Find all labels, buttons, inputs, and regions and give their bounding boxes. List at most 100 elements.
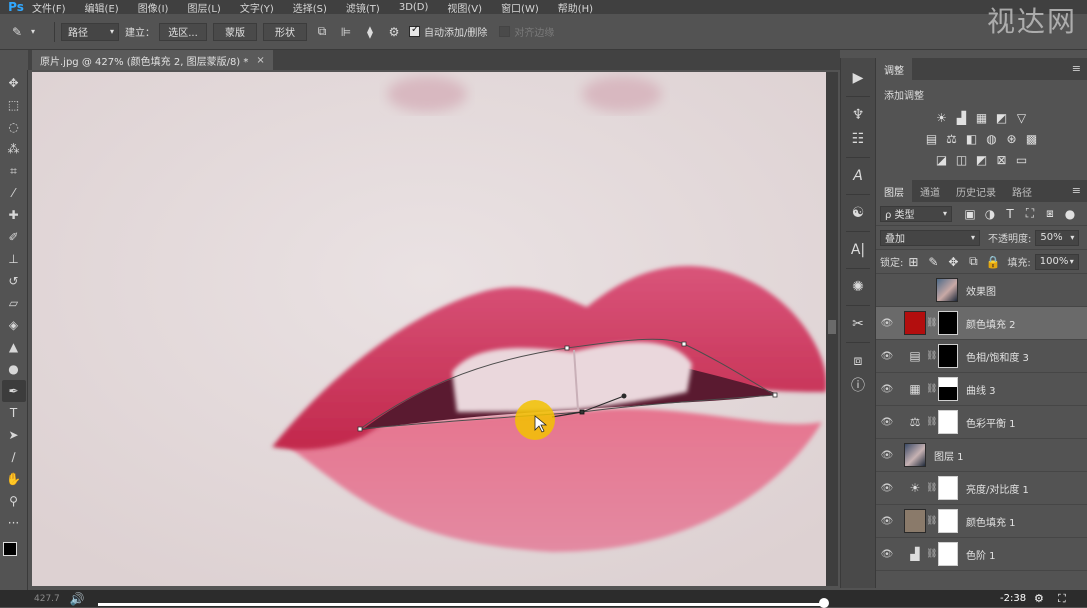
eye-icon[interactable]: 👁 [876, 450, 898, 461]
eye-icon[interactable]: 👁 [876, 549, 898, 560]
filter-shape-icon[interactable]: ⛶ [1022, 206, 1038, 221]
line-tool-icon[interactable]: ∕ [2, 446, 26, 468]
type-tool-icon[interactable]: T [2, 402, 26, 424]
eye-icon[interactable]: 👁 [876, 516, 898, 527]
layer-row[interactable]: 👁 ⛓ 颜色填充 2 [876, 307, 1087, 340]
color-balance-icon[interactable]: ⚖ [944, 131, 960, 146]
layer-comps-icon[interactable]: ⧈ [844, 349, 872, 373]
chevron-down-icon[interactable]: ▾ [24, 23, 42, 41]
make-mask-button[interactable]: 蒙版 [213, 22, 257, 41]
curves-icon[interactable]: ▦ [974, 110, 990, 125]
menu-type[interactable]: 文字(Y) [240, 0, 274, 15]
mask-thumbnail[interactable] [938, 476, 958, 500]
vibrance-icon[interactable]: ▽ [1014, 110, 1030, 125]
lasso-tool-icon[interactable]: ◌ [2, 116, 26, 138]
eye-icon[interactable]: 👁 [876, 384, 898, 395]
fullscreen-icon[interactable]: ⛶ [1058, 592, 1066, 606]
threshold-icon[interactable]: ◩ [974, 152, 990, 167]
tools-preset-icon[interactable]: ✂ [844, 312, 872, 336]
mask-thumbnail[interactable] [938, 344, 958, 368]
path-selection-tool-icon[interactable]: ➤ [2, 424, 26, 446]
link-icon[interactable]: ⛓ [926, 384, 937, 394]
filter-toggle-icon[interactable]: ● [1062, 206, 1078, 221]
lock-pixels-icon[interactable]: ✎ [925, 254, 941, 269]
gradient-map-icon[interactable]: ▭ [1014, 152, 1030, 167]
volume-icon[interactable]: 🔊 [70, 592, 85, 606]
lock-transparent-icon[interactable]: ⊞ [905, 254, 921, 269]
lock-all-icon[interactable]: 🔒 [985, 254, 1001, 269]
layer-thumbnail[interactable] [904, 443, 926, 467]
layer-row[interactable]: 👁 ☀ ⛓ 亮度/对比度 1 [876, 472, 1087, 505]
fill-color-thumbnail[interactable] [904, 311, 926, 335]
levels-icon[interactable]: ▟ [954, 110, 970, 125]
blend-mode-select[interactable]: 叠加 ▾ [880, 229, 980, 246]
posterize-icon[interactable]: ◫ [954, 152, 970, 167]
mask-thumbnail[interactable] [938, 509, 958, 533]
link-icon[interactable]: ⛓ [926, 417, 937, 427]
eye-icon[interactable]: 👁 [876, 417, 898, 428]
link-icon[interactable]: ⛓ [926, 318, 937, 328]
menu-window[interactable]: 窗口(W) [501, 0, 539, 15]
properties-icon[interactable]: ☯ [844, 201, 872, 225]
video-progress-track[interactable] [98, 603, 828, 606]
anchor-point-selected[interactable] [579, 409, 585, 415]
mask-thumbnail[interactable] [938, 410, 958, 434]
path-operations-icon[interactable]: ⧉ [313, 23, 331, 41]
pen-tool-icon[interactable]: ✒ [1, 380, 26, 402]
menu-layer[interactable]: 图层(L) [187, 0, 220, 15]
marquee-tool-icon[interactable]: ⬚ [2, 94, 26, 116]
layer-row[interactable]: 👁 ▟ ⛓ 色阶 1 [876, 538, 1087, 571]
adjustments-sliders-icon[interactable]: ☷ [844, 127, 872, 151]
hand-tool-icon[interactable]: ✋ [2, 468, 26, 490]
layer-row[interactable]: 👁 ▦ ⛓ 曲线 3 [876, 373, 1087, 406]
mask-thumbnail[interactable] [938, 542, 958, 566]
layer-filter-select[interactable]: ρ 类型 ▾ [880, 205, 952, 222]
shutter-icon[interactable]: ✺ [844, 275, 872, 299]
tab-channels[interactable]: 通道 [912, 180, 948, 202]
selective-color-icon[interactable]: ⊠ [994, 152, 1010, 167]
invert-icon[interactable]: ◪ [934, 152, 950, 167]
link-icon[interactable]: ⛓ [926, 549, 937, 559]
eyedropper-tool-icon[interactable]: ⁄ [2, 182, 26, 204]
eraser-tool-icon[interactable]: ▱ [2, 292, 26, 314]
link-icon[interactable]: ⛓ [926, 351, 937, 361]
path-alignment-icon[interactable]: ⊫ [337, 23, 355, 41]
link-icon[interactable]: ⛓ [926, 516, 937, 526]
dodge-tool-icon[interactable]: ● [2, 358, 26, 380]
move-tool-icon[interactable]: ✥ [2, 72, 26, 94]
eye-icon[interactable]: ● [876, 285, 898, 296]
menu-file[interactable]: 文件(F) [32, 0, 66, 15]
healing-brush-tool-icon[interactable]: ✚ [2, 204, 26, 226]
layer-row[interactable]: ● 效果图 [876, 274, 1087, 307]
menu-help[interactable]: 帮助(H) [558, 0, 593, 15]
anchor-point[interactable] [564, 345, 570, 351]
blur-tool-icon[interactable]: ▲ [2, 336, 26, 358]
brush-tool-icon[interactable]: ✐ [2, 226, 26, 248]
menu-edit[interactable]: 编辑(E) [85, 0, 119, 15]
auto-add-delete-checkbox[interactable] [409, 24, 420, 37]
menu-view[interactable]: 视图(V) [447, 0, 482, 15]
layer-row[interactable]: 👁 ⚖ ⛓ 色彩平衡 1 [876, 406, 1087, 439]
document-tab[interactable]: 原片.jpg @ 427% (颜色填充 2, 图层蒙版/8) * × [32, 50, 273, 70]
lock-position-icon[interactable]: ✥ [945, 254, 961, 269]
menu-filter[interactable]: 滤镜(T) [346, 0, 380, 15]
brush-settings-icon[interactable]: ♆ [844, 103, 872, 127]
tool-mode-select[interactable]: 路径 ▾ [61, 22, 119, 41]
menu-select[interactable]: 选择(S) [293, 0, 327, 15]
panel-menu-icon[interactable]: ≡ [1072, 184, 1081, 197]
eye-icon[interactable]: 👁 [876, 483, 898, 494]
fill-field[interactable]: 100% ▾ [1034, 253, 1079, 270]
mask-thumbnail[interactable] [938, 311, 958, 335]
layer-row[interactable]: 👁 ▤ ⛓ 色相/饱和度 3 [876, 340, 1087, 373]
filter-adjustment-icon[interactable]: ◑ [982, 206, 998, 221]
gear-icon[interactable]: ⚙ [385, 23, 403, 41]
hue-saturation-icon[interactable]: ▤ [924, 131, 940, 146]
anchor-point[interactable] [772, 392, 778, 398]
clone-stamp-tool-icon[interactable]: ⊥ [2, 248, 26, 270]
fill-color-thumbnail[interactable] [904, 509, 926, 533]
anchor-point[interactable] [357, 426, 363, 432]
close-icon[interactable]: × [256, 55, 264, 66]
info-icon[interactable]: ⓘ [844, 373, 872, 397]
paint-bucket-tool-icon[interactable]: ◈ [2, 314, 26, 336]
document-canvas[interactable] [32, 72, 826, 586]
